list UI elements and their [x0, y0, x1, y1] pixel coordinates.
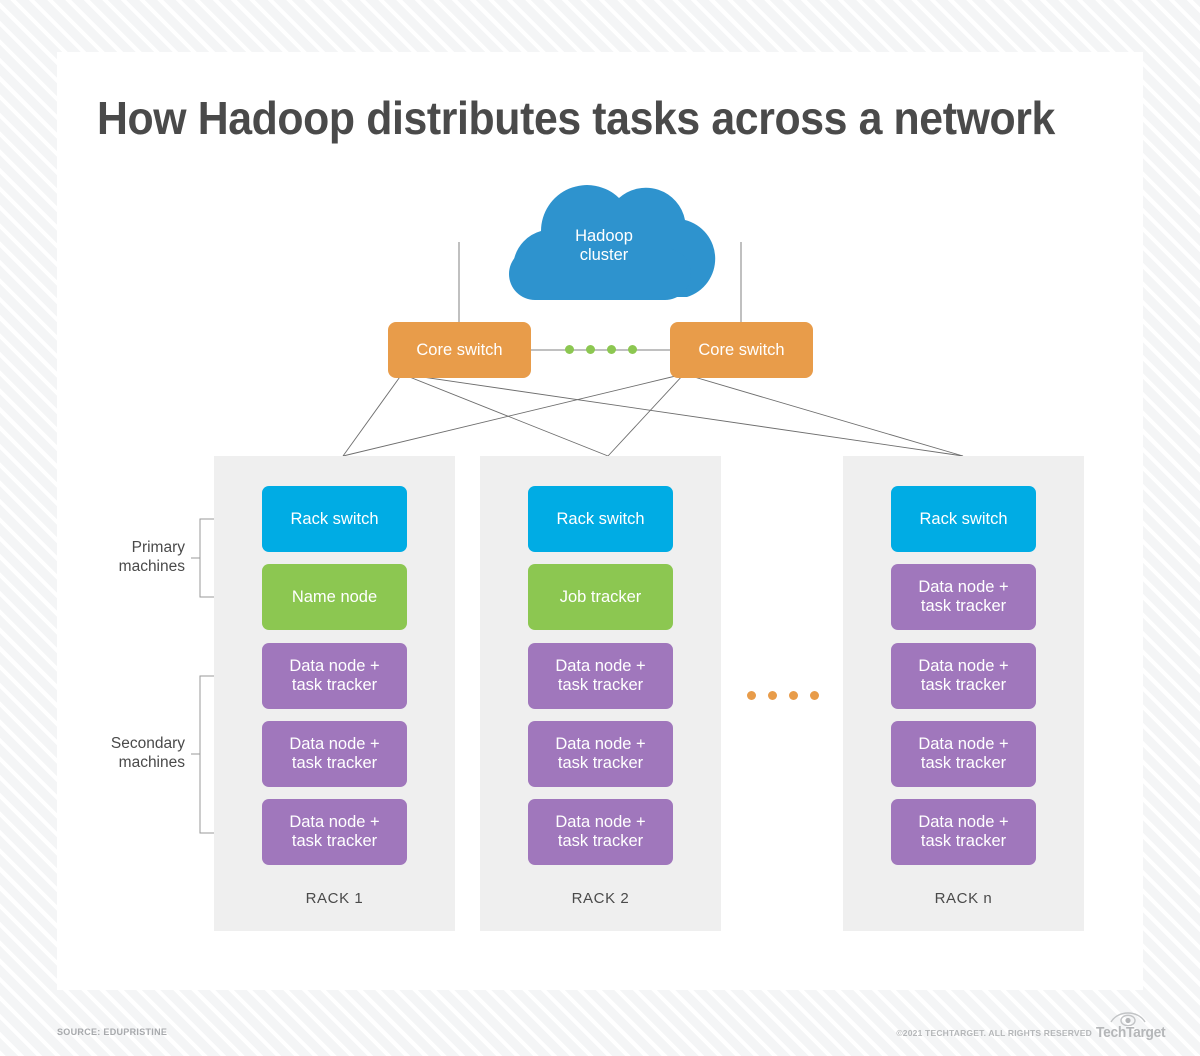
rack-2-node-3-label-line2: task tracker — [557, 676, 644, 694]
core-switch-ellipsis — [565, 345, 649, 354]
techtarget-wordmark: TechTarget — [1096, 1025, 1166, 1041]
techtarget-logo: TechTarget — [1096, 1008, 1166, 1048]
rack-n-node-1[interactable]: Rack switch — [891, 486, 1036, 552]
rack-ellipsis — [747, 691, 831, 700]
rack-n-node-3[interactable]: Data node + task tracker — [891, 643, 1036, 709]
eye-icon — [1110, 1012, 1146, 1026]
rack-2-node-4-label-line2: task tracker — [557, 754, 644, 772]
primary-machines-label: Primary machines — [57, 538, 185, 576]
rack-2-caption: RACK 2 — [571, 890, 630, 907]
hadoop-cloud-label: Hadoop cluster — [544, 227, 664, 265]
rack-n-node-4-label-line2: task tracker — [920, 754, 1007, 772]
rack-1-node-4-label-line2: task tracker — [291, 754, 378, 772]
core-switch-1[interactable]: Core switch — [388, 322, 531, 378]
rack-2-node-3-label-line1: Data node + — [555, 657, 646, 675]
rack-n-node-4[interactable]: Data node + task tracker — [891, 721, 1036, 787]
rack-n-node-2[interactable]: Data node + task tracker — [891, 564, 1036, 630]
rack-2-node-5-label-line1: Data node + — [555, 813, 646, 831]
rack-1-node-3-label-line2: task tracker — [291, 676, 378, 694]
ellipsis-dot — [768, 691, 777, 700]
copyright-notice: ©2021 TECHTARGET. ALL RIGHTS RESERVED — [896, 1028, 1092, 1038]
rack-n-node-5-label-line1: Data node + — [918, 813, 1009, 831]
rack-2-node-2-label: Job tracker — [559, 587, 642, 606]
core-switch-1-label: Core switch — [416, 340, 503, 359]
ellipsis-dot — [565, 345, 574, 354]
rack-2-node-2[interactable]: Job tracker — [528, 564, 673, 630]
content-card: How Hadoop distributes tasks across a ne… — [57, 52, 1143, 990]
rack-1-caption: RACK 1 — [305, 890, 364, 907]
rack-2-node-5-label-line2: task tracker — [557, 832, 644, 850]
ellipsis-dot — [607, 345, 616, 354]
cloud-label-line1: Hadoop — [575, 227, 633, 245]
rack-1-node-2[interactable]: Name node — [262, 564, 407, 630]
rack-2-node-3[interactable]: Data node + task tracker — [528, 643, 673, 709]
rack-2-node-1[interactable]: Rack switch — [528, 486, 673, 552]
rack-n-caption: RACK n — [934, 890, 993, 907]
rack-1-node-1-label: Rack switch — [290, 509, 379, 528]
rack-1-node-3[interactable]: Data node + task tracker — [262, 643, 407, 709]
rack-n-node-2-label-line2: task tracker — [920, 597, 1007, 615]
rack-1-node-4-label-line1: Data node + — [289, 735, 380, 753]
primary-machines-label-line1: Primary — [131, 539, 185, 556]
rack-1-node-5-label-line1: Data node + — [289, 813, 380, 831]
ellipsis-dot — [586, 345, 595, 354]
ellipsis-dot — [810, 691, 819, 700]
core-switch-2[interactable]: Core switch — [670, 322, 813, 378]
rack-n-node-4-label-line1: Data node + — [918, 735, 1009, 753]
source-credit: SOURCE: EDUPRISTINE — [57, 1027, 168, 1037]
rack-2-node-4-label-line1: Data node + — [555, 735, 646, 753]
ellipsis-dot — [628, 345, 637, 354]
diagram-stage: Hadoop cluster Core switch Core switch P… — [57, 52, 1143, 990]
secondary-machines-label-line1: Secondary — [110, 735, 185, 752]
rack-1-node-5[interactable]: Data node + task tracker — [262, 799, 407, 865]
core-switch-2-label: Core switch — [698, 340, 785, 359]
secondary-machines-label: Secondary machines — [57, 734, 185, 772]
rack-2-node-1-label: Rack switch — [556, 509, 645, 528]
rack-1-node-4[interactable]: Data node + task tracker — [262, 721, 407, 787]
rack-n-node-3-label-line1: Data node + — [918, 657, 1009, 675]
primary-machines-label-line2: machines — [118, 558, 185, 575]
rack-1-node-5-label-line2: task tracker — [291, 832, 378, 850]
rack-2-node-4[interactable]: Data node + task tracker — [528, 721, 673, 787]
rack-1-node-3-label-line1: Data node + — [289, 657, 380, 675]
core-to-rack-connectors — [342, 373, 964, 457]
rack-n-node-3-label-line2: task tracker — [920, 676, 1007, 694]
secondary-machines-label-line2: machines — [118, 754, 185, 771]
rack-n-node-5-label-line2: task tracker — [920, 832, 1007, 850]
rack-1-node-1[interactable]: Rack switch — [262, 486, 407, 552]
rack-1-node-2-label: Name node — [291, 587, 378, 606]
rack-n-node-1-label: Rack switch — [919, 509, 1008, 528]
cloud-label-line2: cluster — [579, 246, 629, 264]
ellipsis-dot — [747, 691, 756, 700]
rack-2-node-5[interactable]: Data node + task tracker — [528, 799, 673, 865]
rack-n-node-5[interactable]: Data node + task tracker — [891, 799, 1036, 865]
ellipsis-dot — [789, 691, 798, 700]
rack-n-node-2-label-line1: Data node + — [918, 578, 1009, 596]
